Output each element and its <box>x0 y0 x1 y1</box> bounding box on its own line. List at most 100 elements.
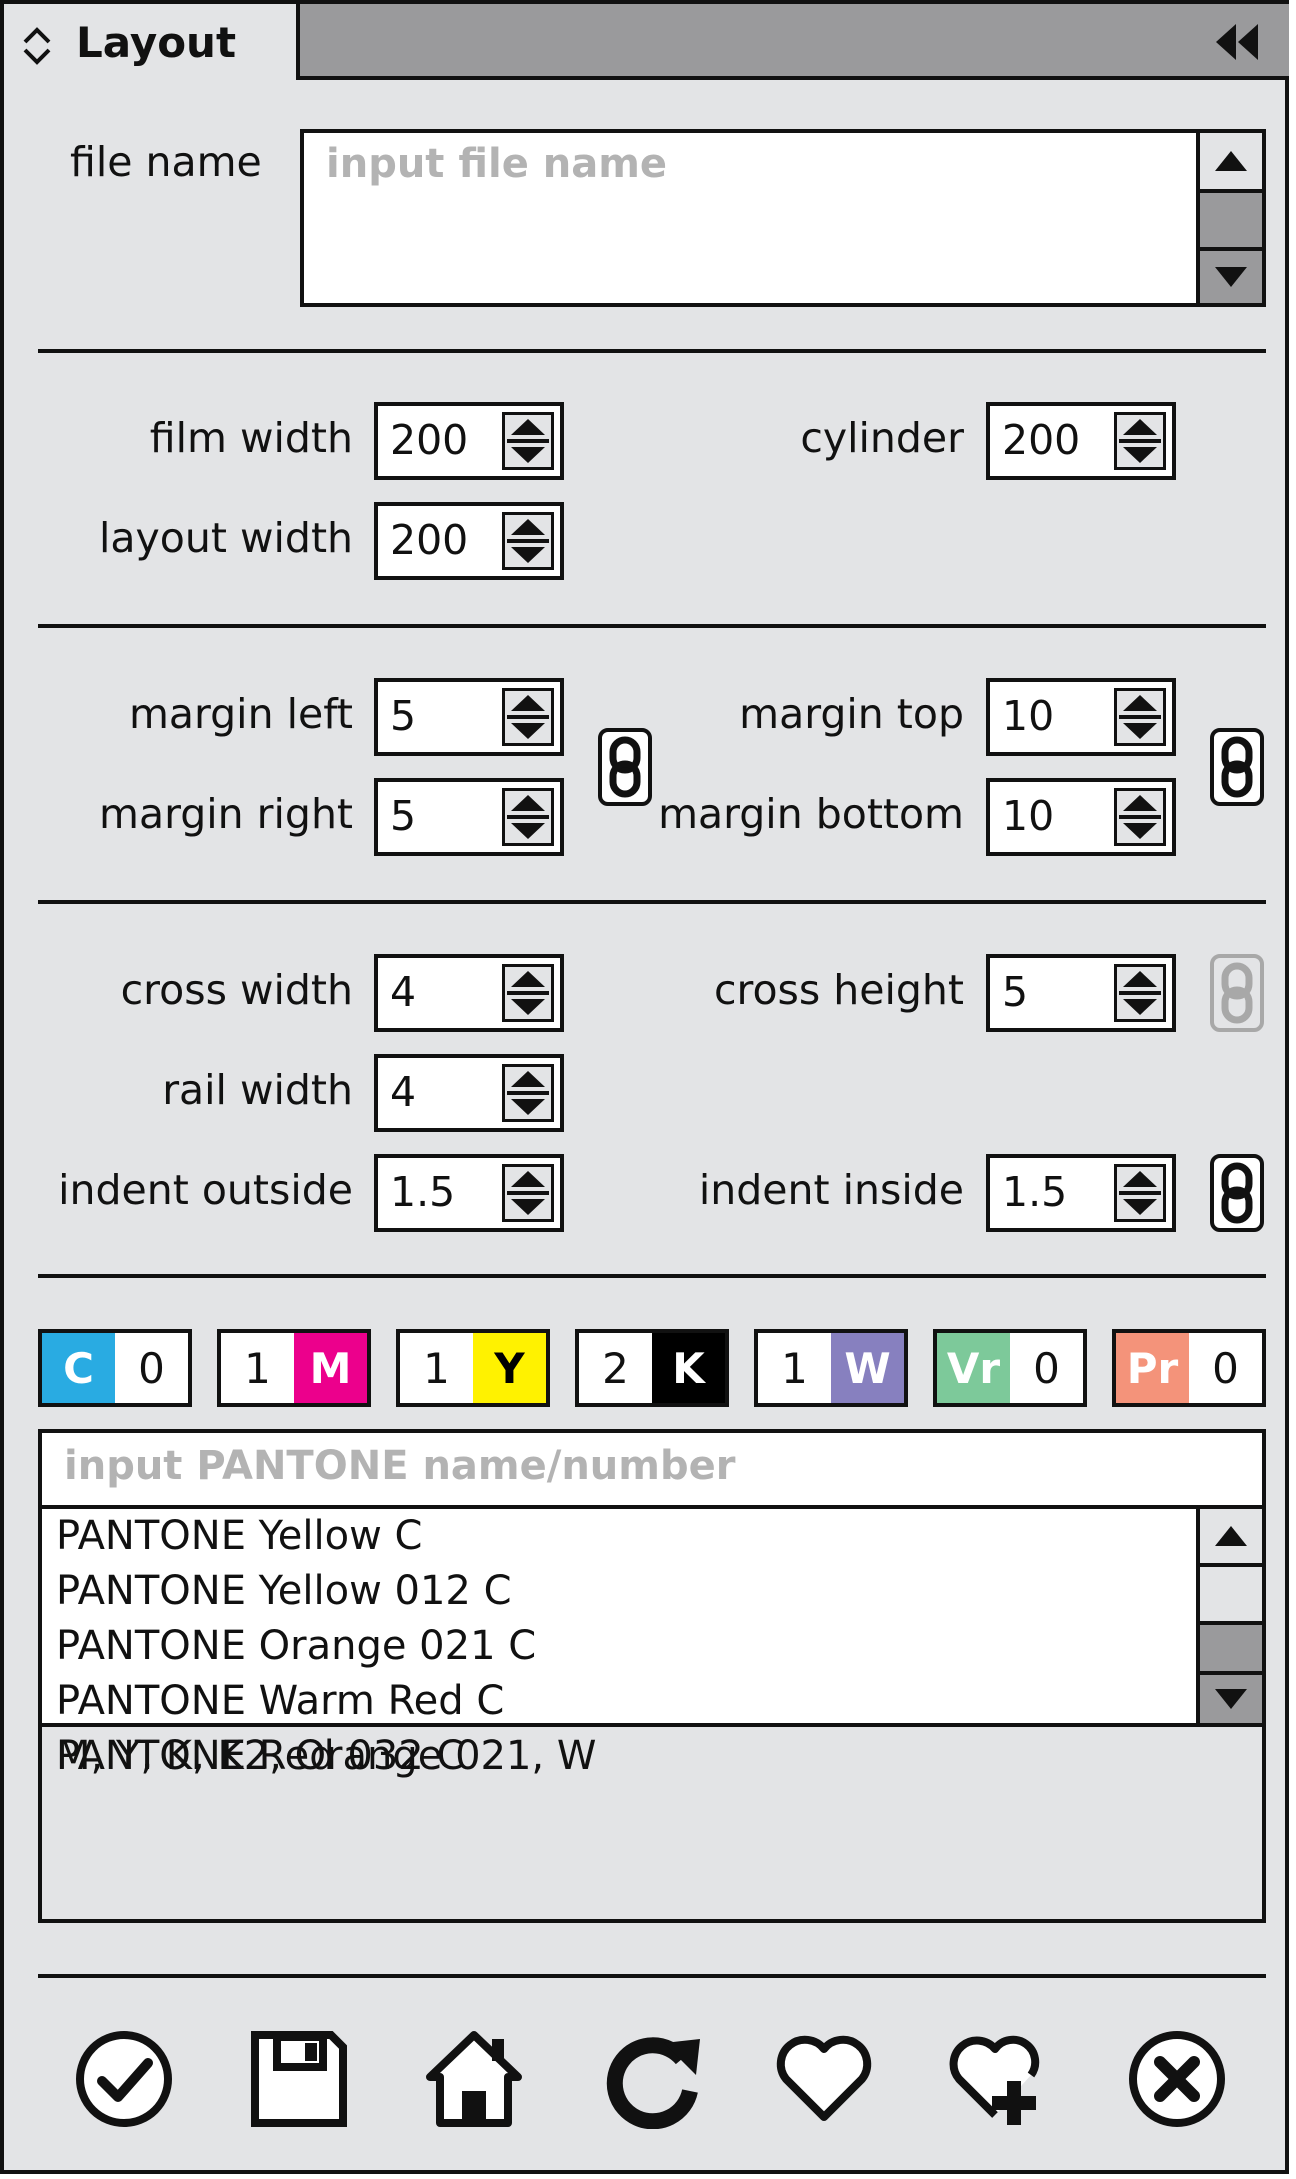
cross-width-spinner[interactable]: 4 <box>374 954 564 1032</box>
ink-letter: Y <box>473 1333 546 1403</box>
rail-width-value[interactable]: 4 <box>390 1068 416 1116</box>
save-icon[interactable] <box>249 2029 349 2129</box>
spinner-arrows[interactable] <box>502 512 554 570</box>
pantone-search-input[interactable]: input PANTONE name/number <box>42 1433 1262 1509</box>
file-name-scrollbar[interactable] <box>1196 133 1262 303</box>
heart-plus-icon[interactable] <box>949 2029 1049 2129</box>
spinner-arrows[interactable] <box>502 1164 554 1222</box>
scroll-thumb[interactable] <box>1200 1567 1262 1625</box>
ink-letter: W <box>831 1333 904 1403</box>
ink-count[interactable]: 1 <box>400 1333 473 1403</box>
film-width-value[interactable]: 200 <box>390 416 468 464</box>
ink-count[interactable]: 0 <box>115 1333 188 1403</box>
link-lr-margins-icon[interactable] <box>598 728 652 806</box>
scroll-down-button[interactable] <box>1200 1675 1262 1723</box>
cylinder-value[interactable]: 200 <box>1002 416 1080 464</box>
divider <box>38 624 1266 628</box>
ink-count[interactable]: 0 <box>1010 1333 1083 1403</box>
cross-height-label: cross height <box>713 966 964 1014</box>
margin-left-value[interactable]: 5 <box>390 692 416 740</box>
cross-height-spinner[interactable]: 5 <box>986 954 1176 1032</box>
ink-chip-m[interactable]: 1 M <box>217 1329 371 1407</box>
scroll-up-button[interactable] <box>1200 1509 1262 1567</box>
scroll-down-button[interactable] <box>1200 251 1262 303</box>
file-name-placeholder: input file name <box>326 141 668 187</box>
spinner-arrows[interactable] <box>502 688 554 746</box>
updown-chevron-icon[interactable] <box>20 26 54 66</box>
close-circle-icon[interactable] <box>1127 2029 1227 2129</box>
spinner-arrows-icon <box>1119 1171 1161 1215</box>
spinner-arrows[interactable] <box>1114 1164 1166 1222</box>
spinner-arrows[interactable] <box>502 964 554 1022</box>
link-cross-disabled-icon[interactable] <box>1210 954 1264 1032</box>
indent-inside-label: indent inside <box>698 1166 964 1214</box>
ink-count[interactable]: 0 <box>1189 1333 1262 1403</box>
rail-width-label: rail width <box>162 1066 353 1114</box>
margin-top-value[interactable]: 10 <box>1002 692 1054 740</box>
margin-bottom-spinner[interactable]: 10 <box>986 778 1176 856</box>
layout-width-value[interactable]: 200 <box>390 516 468 564</box>
margin-top-spinner[interactable]: 10 <box>986 678 1176 756</box>
rail-width-spinner[interactable]: 4 <box>374 1054 564 1132</box>
list-item[interactable]: PANTONE Warm Red C <box>56 1678 504 1724</box>
panel-title: Layout <box>76 18 237 67</box>
spinner-arrows[interactable] <box>1114 688 1166 746</box>
ink-chip-c[interactable]: C 0 <box>38 1329 192 1407</box>
ink-chip-vr[interactable]: Vr 0 <box>933 1329 1087 1407</box>
indent-inside-spinner[interactable]: 1.5 <box>986 1154 1176 1232</box>
ink-chip-k[interactable]: 2 K <box>575 1329 729 1407</box>
ink-chip-w[interactable]: 1 W <box>754 1329 908 1407</box>
ink-chip-y[interactable]: 1 Y <box>396 1329 550 1407</box>
refresh-icon[interactable] <box>604 2029 704 2129</box>
pantone-scrollbar[interactable] <box>1196 1509 1262 1723</box>
spinner-arrows-icon <box>507 419 549 463</box>
spinner-arrows[interactable] <box>1114 964 1166 1022</box>
file-name-input[interactable]: input file name <box>300 129 1266 307</box>
check-circle-icon[interactable] <box>74 2029 174 2129</box>
home-icon[interactable] <box>424 2029 524 2129</box>
scroll-track[interactable] <box>1200 193 1262 251</box>
title-bar[interactable] <box>300 4 1289 80</box>
spinner-arrows[interactable] <box>502 1064 554 1122</box>
list-item[interactable]: PANTONE Orange 021 C <box>56 1623 536 1669</box>
margin-right-spinner[interactable]: 5 <box>374 778 564 856</box>
title-tab[interactable]: Layout <box>4 4 300 80</box>
spinner-arrows[interactable] <box>1114 788 1166 846</box>
spinner-arrows-icon <box>507 795 549 839</box>
film-width-spinner[interactable]: 200 <box>374 402 564 480</box>
spinner-arrows[interactable] <box>502 788 554 846</box>
divider <box>38 349 1266 353</box>
pantone-panel: input PANTONE name/number PANTONE Yellow… <box>38 1429 1266 1923</box>
ink-count[interactable]: 2 <box>579 1333 652 1403</box>
ink-letter: C <box>42 1333 115 1403</box>
ink-count[interactable]: 1 <box>758 1333 831 1403</box>
margin-left-spinner[interactable]: 5 <box>374 678 564 756</box>
scroll-track[interactable] <box>1200 1625 1262 1675</box>
ink-chip-pr[interactable]: Pr 0 <box>1112 1329 1266 1407</box>
indent-outside-value[interactable]: 1.5 <box>390 1168 455 1216</box>
cross-height-value[interactable]: 5 <box>1002 968 1028 1016</box>
divider <box>38 900 1266 904</box>
link-tb-margins-icon[interactable] <box>1210 728 1264 806</box>
list-item[interactable]: PANTONE Yellow C <box>56 1513 422 1559</box>
indent-inside-value[interactable]: 1.5 <box>1002 1168 1067 1216</box>
chevrons-left-icon[interactable] <box>1214 22 1260 62</box>
indent-outside-label: indent outside <box>58 1166 353 1214</box>
margin-bottom-value[interactable]: 10 <box>1002 792 1054 840</box>
spinner-arrows[interactable] <box>502 412 554 470</box>
indent-outside-spinner[interactable]: 1.5 <box>374 1154 564 1232</box>
scroll-up-button[interactable] <box>1200 133 1262 193</box>
cylinder-spinner[interactable]: 200 <box>986 402 1176 480</box>
ink-count[interactable]: 1 <box>221 1333 294 1403</box>
margin-right-label: margin right <box>99 790 353 838</box>
layout-width-spinner[interactable]: 200 <box>374 502 564 580</box>
pantone-list[interactable]: PANTONE Yellow C PANTONE Yellow 012 C PA… <box>42 1509 1262 1779</box>
link-indent-icon[interactable] <box>1210 1154 1264 1232</box>
heart-icon[interactable] <box>774 2029 874 2129</box>
list-item[interactable]: PANTONE Yellow 012 C <box>56 1568 512 1614</box>
cross-width-value[interactable]: 4 <box>390 968 416 1016</box>
spinner-arrows[interactable] <box>1114 412 1166 470</box>
spinner-arrows-icon <box>1119 419 1161 463</box>
film-width-label: film width <box>149 414 353 462</box>
margin-right-value[interactable]: 5 <box>390 792 416 840</box>
